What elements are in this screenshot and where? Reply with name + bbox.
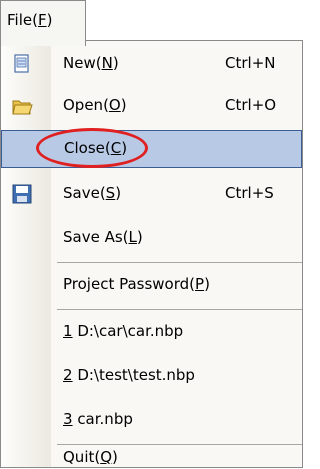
menu-item-recent-2[interactable]: 2 D:\test\test.nbp — [1, 357, 302, 395]
file-dropdown-menu: New(N) Ctrl+N Open(O) Ctrl+O Close(C) Sa… — [0, 40, 303, 468]
menu-item-save-as-label: Save As(L) — [63, 228, 143, 246]
open-folder-icon — [12, 100, 33, 115]
menu-item-quit-label: Quit(Q) — [63, 448, 118, 466]
floppy-disk-icon — [12, 184, 32, 204]
menu-item-new-label: New(N) — [63, 54, 119, 72]
menu-separator — [57, 262, 302, 263]
menu-item-open-shortcut: Ctrl+O — [225, 96, 277, 114]
menu-item-open-label: Open(O) — [63, 96, 127, 114]
menu-item-quit[interactable]: Quit(Q) — [1, 445, 302, 469]
menu-bar: File(F) — [0, 0, 305, 46]
menu-item-recent-1-label: 1 D:\car\car.nbp — [63, 322, 184, 340]
menu-separator — [57, 309, 302, 310]
menu-item-project-password[interactable]: Project Password(P) — [1, 266, 302, 304]
menu-item-recent-3[interactable]: 3 car.nbp — [1, 401, 302, 439]
menu-item-save-shortcut: Ctrl+S — [225, 184, 274, 202]
new-document-icon — [14, 54, 29, 73]
menu-item-recent-2-label: 2 D:\test\test.nbp — [63, 366, 195, 384]
menu-item-new[interactable]: New(N) Ctrl+N — [1, 45, 302, 83]
menu-item-new-shortcut: Ctrl+N — [225, 54, 276, 72]
menu-item-recent-3-label: 3 car.nbp — [63, 410, 133, 428]
menu-item-close-label: Close(C) — [64, 139, 128, 157]
file-menu-label: File(F) — [7, 11, 53, 29]
menu-item-save-as[interactable]: Save As(L) — [1, 219, 302, 257]
menu-item-save[interactable]: Save(S) Ctrl+S — [1, 175, 302, 213]
menu-item-close[interactable]: Close(C) — [1, 130, 302, 168]
file-menu[interactable]: File(F) — [0, 0, 86, 46]
menu-item-project-password-label: Project Password(P) — [63, 275, 210, 293]
menu-item-open[interactable]: Open(O) Ctrl+O — [1, 87, 302, 125]
menu-item-recent-1[interactable]: 1 D:\car\car.nbp — [1, 313, 302, 351]
menu-item-save-label: Save(S) — [63, 184, 122, 202]
